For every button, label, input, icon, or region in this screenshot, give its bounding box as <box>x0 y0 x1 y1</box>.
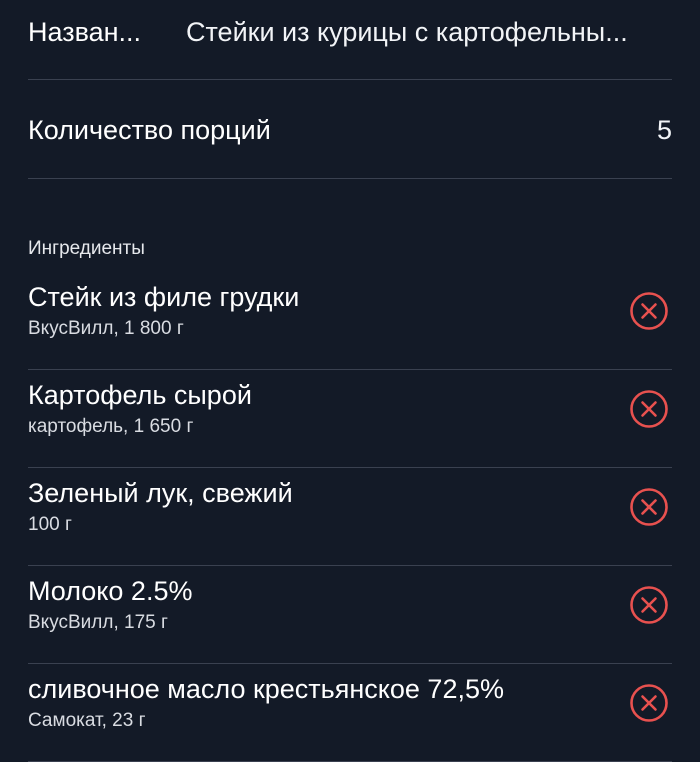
remove-ingredient-button[interactable] <box>629 683 669 723</box>
ingredient-name: Зеленый лук, свежий <box>28 478 293 508</box>
ingredients-list: Стейк из филе грудки ВкусВилл, 1 800 г К… <box>28 272 672 762</box>
divider <box>28 178 672 179</box>
ingredient-item[interactable]: Зеленый лук, свежий 100 г <box>28 468 672 566</box>
ingredient-name: сливочное масло крестьянское 72,5% <box>28 674 504 704</box>
ingredient-item[interactable]: сливочное масло крестьянское 72,5% Самок… <box>28 664 672 762</box>
ingredient-detail: ВкусВилл, 175 г <box>28 612 168 633</box>
ingredient-item[interactable]: Картофель сырой картофель, 1 650 г <box>28 370 672 468</box>
circle-x-icon <box>630 292 668 330</box>
ingredients-section-title: Ингредиенты <box>28 238 145 259</box>
ingredient-detail: ВкусВилл, 1 800 г <box>28 318 184 339</box>
ingredient-item[interactable]: Стейк из филе грудки ВкусВилл, 1 800 г <box>28 272 672 370</box>
ingredient-name: Молоко 2.5% <box>28 576 193 606</box>
circle-x-icon <box>630 488 668 526</box>
portions-field[interactable]: Количество порций 5 <box>28 90 672 170</box>
ingredient-detail: картофель, 1 650 г <box>28 416 194 437</box>
ingredient-name: Картофель сырой <box>28 380 252 410</box>
remove-ingredient-button[interactable] <box>629 487 669 527</box>
remove-ingredient-button[interactable] <box>629 389 669 429</box>
ingredient-name: Стейк из филе грудки <box>28 282 300 312</box>
recipe-name-value[interactable]: Стейки из курицы с картофельны... <box>186 17 672 48</box>
circle-x-icon <box>630 390 668 428</box>
ingredient-detail: Самокат, 23 г <box>28 710 146 731</box>
recipe-name-label: Назван... <box>28 16 142 47</box>
recipe-name-field[interactable]: Назван... Стейки из курицы с картофельны… <box>28 0 672 72</box>
circle-x-icon <box>630 684 668 722</box>
circle-x-icon <box>630 586 668 624</box>
portions-value[interactable]: 5 <box>657 115 672 146</box>
divider <box>28 79 672 80</box>
remove-ingredient-button[interactable] <box>629 291 669 331</box>
ingredient-detail: 100 г <box>28 514 72 535</box>
ingredient-item[interactable]: Молоко 2.5% ВкусВилл, 175 г <box>28 566 672 664</box>
portions-label: Количество порций <box>28 114 271 145</box>
remove-ingredient-button[interactable] <box>629 585 669 625</box>
